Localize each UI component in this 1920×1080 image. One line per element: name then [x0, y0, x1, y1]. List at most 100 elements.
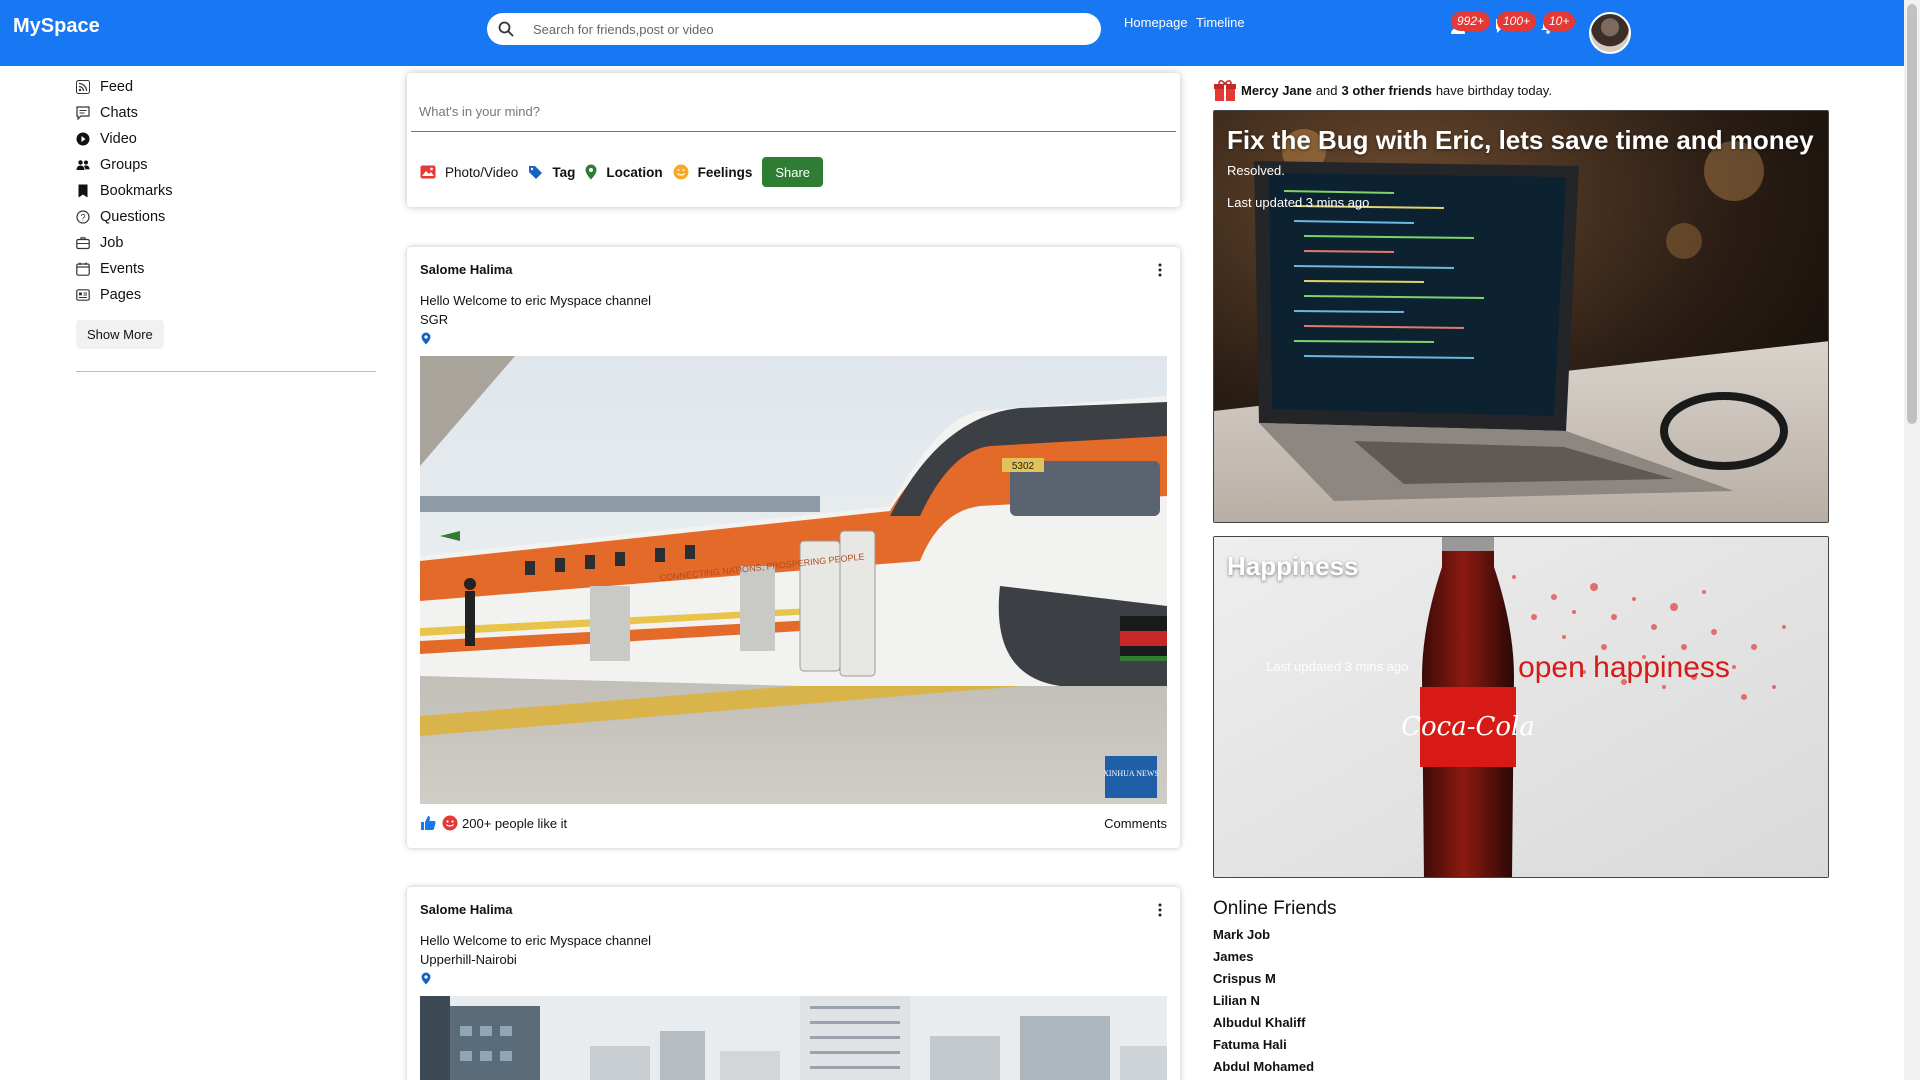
tag-label: Tag [552, 164, 576, 180]
city-illustration [420, 996, 1167, 1080]
rss-icon [76, 80, 90, 94]
online-friend-item[interactable]: James [1213, 948, 1513, 970]
feelings-label: Feelings [697, 164, 753, 180]
top-navbar: MySpace Homepage Timeline 992+ 100+ 10+ [0, 0, 1904, 66]
post-card: Salome Halima Hello Welcome to eric Mysp… [407, 887, 1180, 1080]
sidebar-item-label: Chats [100, 105, 138, 121]
online-friends-title: Online Friends [1213, 898, 1337, 919]
card-status: Resolved. [1227, 163, 1285, 178]
locomotive-number: 5302 [1012, 461, 1035, 472]
bookmark-icon [78, 184, 88, 198]
calendar-icon [76, 262, 90, 276]
online-friend-item[interactable]: Lilian N [1213, 992, 1513, 1014]
brand-logo-text: Coca-Cola [1401, 712, 1535, 742]
left-sidebar: Feed Chats Video Groups Bookmarks ? Ques… [76, 74, 376, 349]
sidebar-item-job[interactable]: Job [76, 230, 376, 256]
birthday-notice: Mercy Jane and 3 other friends have birt… [1213, 78, 1552, 102]
sidebar-item-video[interactable]: Video [76, 126, 376, 152]
search-input[interactable] [533, 19, 1073, 39]
ad-card-laptop[interactable]: Fix the Bug with Eric, lets save time an… [1213, 110, 1829, 523]
sidebar-item-pages[interactable]: Pages [76, 282, 376, 308]
notifications-badge: 10+ [1543, 12, 1576, 31]
comments-link[interactable]: Comments [1104, 816, 1167, 831]
group-icon [76, 160, 90, 170]
online-friend-item[interactable]: Mark Job [1213, 926, 1513, 948]
sidebar-item-events[interactable]: Events [76, 256, 376, 282]
slogan-text: open happiness [1518, 651, 1730, 684]
friend-requests-badge: 992+ [1451, 12, 1491, 31]
online-friend-item[interactable]: Crispus M [1213, 970, 1513, 992]
card-title: Fix the Bug with Eric, lets save time an… [1227, 125, 1814, 155]
sidebar-item-label: Job [100, 235, 124, 251]
card-title: Happiness [1227, 551, 1359, 581]
pages-icon [76, 289, 90, 301]
photo-icon [420, 165, 436, 179]
post-text: Hello Welcome to eric Myspace channel [420, 293, 651, 308]
post-image-train[interactable]: 5302 CONNECTING NATIONS, PROSPERING PEOP… [420, 356, 1167, 804]
chat-icon [76, 106, 90, 120]
svg-text:?: ? [80, 212, 85, 222]
show-more-button[interactable]: Show More [76, 320, 164, 349]
question-icon: ? [76, 210, 90, 224]
coca-cola-illustration: Coca-Cola open happiness [1214, 537, 1828, 877]
card-status: . [1227, 589, 1231, 604]
tag-icon [529, 165, 543, 179]
smile-icon [673, 164, 689, 180]
location-label: Location [606, 164, 663, 180]
online-friends-list: Mark Job James Crispus M Lilian N Albudu… [1213, 926, 1513, 1080]
share-options: Photo/Video Tag Location Feelings Share [420, 157, 824, 187]
birthday-others[interactable]: 3 other friends [1342, 83, 1432, 98]
status-input[interactable] [419, 99, 1164, 123]
sidebar-item-label: Questions [100, 209, 166, 225]
post-image-city[interactable] [420, 996, 1167, 1080]
messages-badge: 100+ [1497, 12, 1537, 31]
news-watermark: XINHUA NEWS [1103, 769, 1159, 778]
more-options-icon[interactable] [1158, 263, 1162, 277]
post-author[interactable]: Salome Halima [420, 262, 513, 277]
sidebar-item-label: Video [100, 131, 137, 147]
online-friend-item[interactable]: Abdul Mohamed [1213, 1058, 1513, 1080]
sidebar-item-bookmarks[interactable]: Bookmarks [76, 178, 376, 204]
share-box: Photo/Video Tag Location Feelings Share [407, 73, 1180, 207]
app-logo[interactable]: MySpace [13, 15, 100, 38]
sidebar-item-chats[interactable]: Chats [76, 100, 376, 126]
location-option[interactable]: Location [585, 164, 663, 180]
post-card: Salome Halima Hello Welcome to eric Mysp… [407, 247, 1180, 848]
nav-link-homepage[interactable]: Homepage [1124, 15, 1188, 30]
ad-card-coca-cola[interactable]: Coca-Cola open happiness Happiness . Las… [1213, 536, 1829, 878]
card-updated: Last updated 3 mins ago [1227, 195, 1370, 210]
birthday-tail: have birthday today. [1435, 82, 1552, 98]
user-avatar[interactable] [1589, 12, 1631, 54]
nav-link-timeline[interactable]: Timeline [1196, 15, 1245, 30]
train-illustration: 5302 CONNECTING NATIONS, PROSPERING PEOP… [420, 356, 1167, 804]
location-pin-icon [421, 972, 431, 985]
scrollbar-thumb[interactable] [1907, 4, 1917, 424]
sidebar-item-groups[interactable]: Groups [76, 152, 376, 178]
more-options-icon[interactable] [1158, 903, 1162, 917]
feelings-option[interactable]: Feelings [673, 164, 753, 180]
gift-icon [1214, 80, 1236, 101]
tag-option[interactable]: Tag [528, 165, 575, 180]
heart-react-icon[interactable] [442, 815, 458, 831]
sidebar-item-label: Feed [100, 79, 134, 95]
search-bar[interactable] [487, 13, 1101, 45]
post-author[interactable]: Salome Halima [420, 902, 513, 917]
share-button[interactable]: Share [762, 157, 824, 187]
online-friend-item[interactable]: Fatuma Hali [1213, 1036, 1513, 1058]
photo-video-label: Photo/Video [445, 164, 519, 180]
post-footer: 200+ people like it Comments [420, 815, 1167, 831]
laptop-illustration [1214, 111, 1828, 522]
photo-video-option[interactable]: Photo/Video [420, 165, 518, 180]
post-location: Upperhill-Nairobi [420, 952, 517, 967]
birthday-and: and [1315, 82, 1338, 98]
sidebar-item-questions[interactable]: ? Questions [76, 204, 376, 230]
online-friend-item[interactable]: Albudul Khaliff [1213, 1014, 1513, 1036]
search-icon [498, 21, 514, 37]
play-circle-icon [76, 132, 90, 146]
thumbs-up-icon[interactable] [420, 815, 436, 831]
location-pin-icon [585, 164, 597, 180]
location-pin-icon [421, 332, 431, 345]
birthday-friend-name[interactable]: Mercy Jane [1241, 83, 1312, 98]
sidebar-item-feed[interactable]: Feed [76, 74, 376, 100]
sidebar-item-label: Groups [100, 157, 148, 173]
